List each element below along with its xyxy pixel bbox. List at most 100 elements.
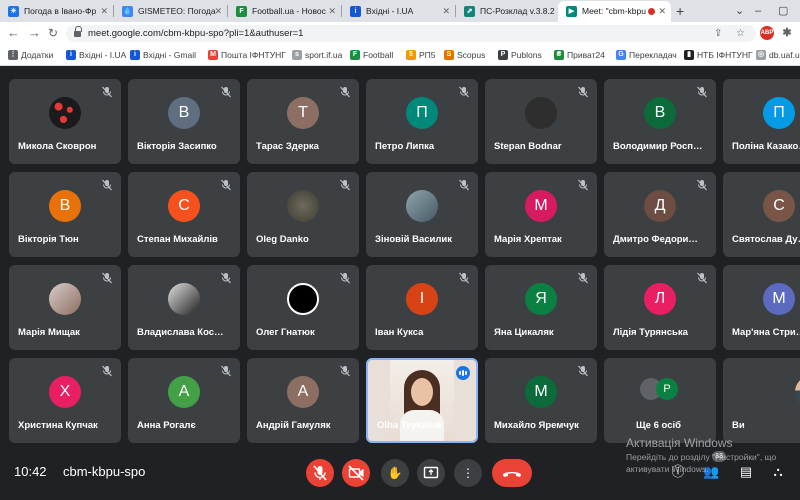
participant-tile[interactable]: С Степан Михайлів	[128, 172, 240, 257]
chevron-down-icon[interactable]: ⌄	[735, 0, 744, 22]
avatar: Я	[525, 283, 557, 315]
bookmark-item[interactable]: ▮ НТБ ІФНТУНГ	[684, 44, 753, 66]
browser-tab[interactable]: 💧 GISMETEO: Погода ✕	[114, 1, 227, 22]
close-icon[interactable]: ✕	[328, 1, 336, 22]
address-bar[interactable]: meet.google.com/cbm-kbpu-spo?pli=1&authu…	[66, 25, 756, 42]
participant-tile[interactable]: С Святослав Ду…	[723, 172, 800, 257]
camera-off-button[interactable]	[342, 459, 370, 487]
extensions-icon[interactable]: ✱	[780, 26, 794, 40]
bookmark-favicon-icon: s	[292, 50, 302, 60]
mic-off-button[interactable]	[306, 459, 334, 487]
participant-tile[interactable]: Зіновій Василик	[366, 172, 478, 257]
browser-tab[interactable]: ⇗ПС-Розклад v.3.8.2✕	[456, 1, 569, 22]
avatar	[287, 283, 319, 315]
browser-tab[interactable]: i Вхідні - I.UA ✕	[342, 1, 455, 22]
participant-tile[interactable]: Х Христина Купчак	[9, 358, 121, 443]
participant-name: Тарас Здерка	[256, 141, 319, 152]
bookmark-item[interactable]: F Football	[350, 44, 393, 66]
participant-tile[interactable]: Марія Мищак	[9, 265, 121, 350]
watermark-line-1: Перейдіть до розділу "Настройки", що	[626, 452, 777, 462]
participant-tile[interactable]: А Андрій Гамуляк	[247, 358, 359, 443]
bookmark-item[interactable]: ⋮ Додатки	[8, 44, 53, 66]
close-icon[interactable]: ✕	[658, 1, 666, 22]
participant-tile[interactable]: Микола Сковрон	[9, 79, 121, 164]
more-participants-tile[interactable]: P Ще 6 осіб	[604, 358, 716, 443]
tab-title: Вхідні - I.UA	[366, 6, 414, 16]
close-icon[interactable]: ✕	[100, 1, 108, 22]
participant-name: Oleg Danko	[256, 234, 309, 245]
participant-tile[interactable]: П Поліна Казако…	[723, 79, 800, 164]
mic-off-icon	[220, 271, 232, 284]
participant-tile[interactable]: Владислава Кос…	[128, 265, 240, 350]
bookmark-star-icon[interactable]: ☆	[736, 26, 745, 41]
avatar: А	[168, 376, 200, 408]
present-icon	[423, 466, 439, 479]
bookmark-item[interactable]: i Вхідні - I.UA	[66, 44, 126, 66]
participant-tile[interactable]: М Марія Хрептак	[485, 172, 597, 257]
browser-tab[interactable]: F Football.ua - Новос ✕	[228, 1, 341, 22]
back-icon[interactable]: ←	[7, 25, 20, 41]
bookmark-item[interactable]: ◎db.uaf.ua	[756, 44, 800, 66]
adblock-icon[interactable]: ABP	[760, 26, 774, 40]
mic-off-icon	[220, 364, 232, 377]
bookmark-favicon-icon: ◎	[756, 50, 766, 60]
share-icon[interactable]: ⇪	[714, 26, 722, 41]
participant-tile[interactable]: Ви	[723, 358, 800, 443]
raise-hand-button[interactable]: ✋	[381, 459, 409, 487]
bookmark-favicon-icon: 5	[406, 50, 416, 60]
participant-tile[interactable]: І Іван Кукса	[366, 265, 478, 350]
avatar: Т	[287, 97, 319, 129]
participant-tile[interactable]: Олег Гнатюк	[247, 265, 359, 350]
bookmark-label: РП5	[419, 50, 436, 60]
bookmark-item[interactable]: S Scopus	[444, 44, 485, 66]
participant-tile[interactable]: Oleg Danko	[247, 172, 359, 257]
participant-tile[interactable]: П Петро Липка	[366, 79, 478, 164]
bookmark-item[interactable]: 5 РП5	[406, 44, 436, 66]
reload-icon[interactable]: ↻	[48, 25, 58, 41]
close-icon[interactable]: ✕	[442, 1, 450, 22]
bookmark-item[interactable]: P Publons	[498, 44, 542, 66]
browser-tab[interactable]: ☀ Погода в Івано-Фр ✕	[0, 1, 113, 22]
avatar: P	[656, 378, 678, 400]
participant-tile[interactable]: Л Лідія Турянська	[604, 265, 716, 350]
bookmark-label: Вхідні - I.UA	[79, 50, 127, 60]
participant-name: Володимир Росп…	[613, 141, 703, 152]
participant-tile[interactable]: Stepan Bodnar	[485, 79, 597, 164]
participant-tile[interactable]: Д Дмитро Федори…	[604, 172, 716, 257]
avatar	[406, 190, 438, 222]
more-options-button[interactable]: ⋮	[454, 459, 482, 487]
browser-tab[interactable]: ▶ Meet: "cbm-kbpu ✕	[558, 1, 671, 22]
participant-tile[interactable]: В Володимир Росп…	[604, 79, 716, 164]
close-icon[interactable]: ✕	[214, 1, 222, 22]
participant-name: Яна Цикаляк	[494, 327, 554, 338]
bookmark-label: Пошта ІФНТУНГ	[221, 50, 286, 60]
bookmark-favicon-icon: M	[208, 50, 218, 60]
tab-favicon-icon: ☀	[8, 6, 19, 17]
browser-tab-strip: ☀ Погода в Івано-Фр ✕ 💧 GISMETEO: Погода ✕ F Fo…	[0, 0, 800, 22]
minimize-icon[interactable]: –	[755, 0, 761, 22]
participant-tile[interactable]: Olha Tsykaliak	[366, 358, 478, 443]
participant-tile[interactable]: В Вікторія Засипко	[128, 79, 240, 164]
bookmark-label: Publons	[511, 50, 542, 60]
participant-tile[interactable]: Я Яна Цикаляк	[485, 265, 597, 350]
end-call-button[interactable]	[492, 459, 532, 487]
participant-tile[interactable]: А Анна Рогалє	[128, 358, 240, 443]
bookmark-item[interactable]: G Перекладач	[616, 44, 677, 66]
bookmark-item[interactable]: i Вхідні - Gmail	[130, 44, 196, 66]
avatar: А	[287, 376, 319, 408]
mic-off-icon	[458, 178, 470, 191]
participant-tile[interactable]: М Михайло Яремчук	[485, 358, 597, 443]
bookmark-item[interactable]: s sport.if.ua	[292, 44, 342, 66]
participant-name: Поліна Казако…	[732, 141, 800, 152]
bookmark-item[interactable]: ₴ Приват24	[554, 44, 605, 66]
forward-icon[interactable]: →	[28, 25, 41, 41]
maximize-icon[interactable]: ▢	[778, 0, 788, 22]
participant-tile[interactable]: М Мар'яна Стри…	[723, 265, 800, 350]
mic-off-icon	[339, 364, 351, 377]
present-button[interactable]	[417, 459, 445, 487]
bookmark-item[interactable]: M Пошта ІФНТУНГ	[208, 44, 286, 66]
participant-tile[interactable]: В Вікторія Тюн	[9, 172, 121, 257]
new-tab-button[interactable]: +	[676, 1, 684, 21]
avatar: В	[168, 97, 200, 129]
participant-tile[interactable]: Т Тарас Здерка	[247, 79, 359, 164]
